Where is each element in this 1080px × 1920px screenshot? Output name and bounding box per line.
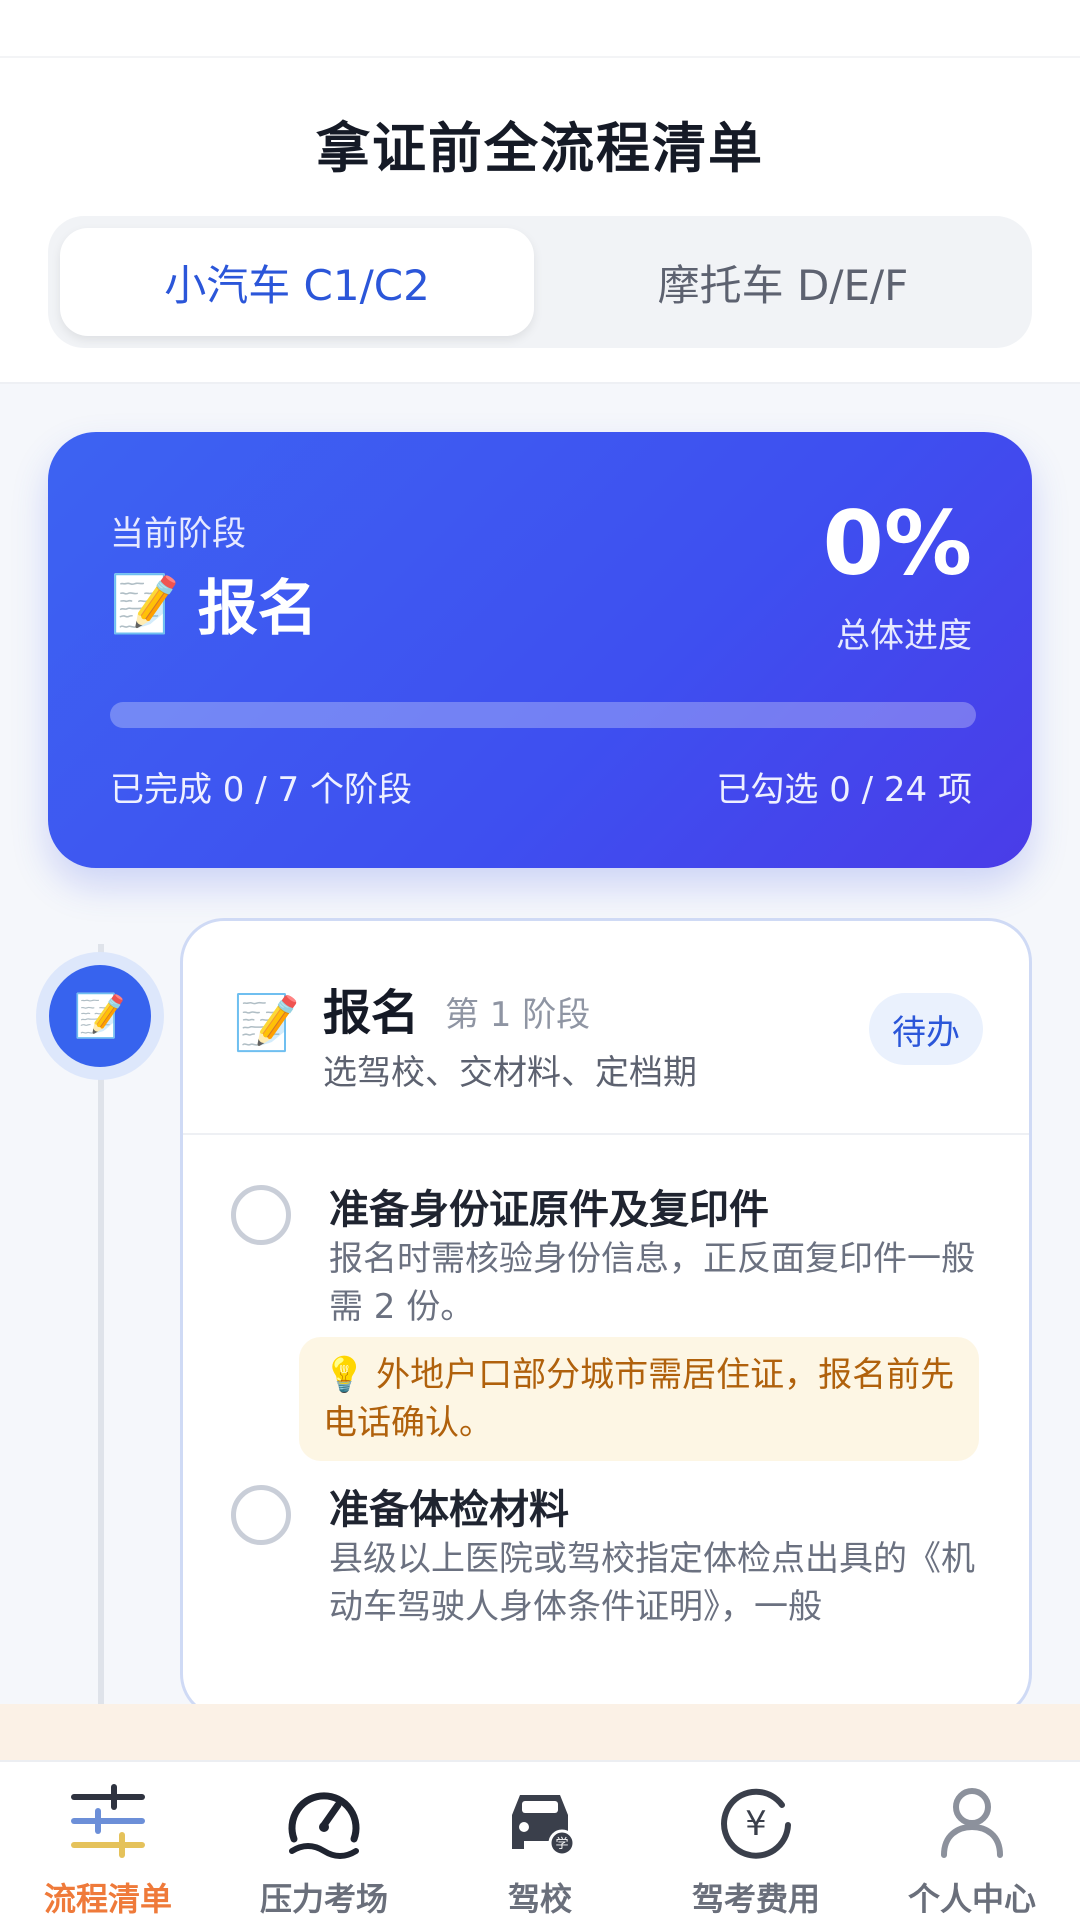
tab-pressure-exam[interactable]: 压力考场	[216, 1762, 432, 1920]
car-school-icon: 学	[495, 1776, 585, 1866]
page-header: 拿证前全流程清单 小汽车 C1/C2 摩托车 D/E/F	[0, 0, 1080, 384]
segment-car[interactable]: 小汽车 C1/C2	[60, 228, 534, 336]
progress-card: 当前阶段 📝 报名 0% 总体进度 已完成 0 / 7 个阶段 已勾选 0 / …	[48, 432, 1032, 868]
tab-label: 个人中心	[907, 1880, 1036, 1918]
scroll-fade	[0, 1704, 1080, 1760]
stage-header[interactable]: 📝 报名 第 1 阶段 选驾校、交材料、定档期 待办	[183, 921, 1029, 1135]
status-divider	[0, 56, 1080, 58]
overall-percent-label: 总体进度	[836, 616, 972, 656]
page-title: 拿证前全流程清单	[316, 117, 764, 180]
tab-profile[interactable]: 个人中心	[864, 1762, 1080, 1920]
progress-bar	[110, 702, 976, 728]
timeline-node: 📝	[36, 952, 164, 1080]
task-description: 县级以上医院或驾校指定体检点出具的《机动车驾驶人身体条件证明》，一般	[329, 1539, 975, 1627]
stage-description: 选驾校、交材料、定档期	[323, 1053, 697, 1093]
memo-icon: 📝	[110, 571, 180, 637]
tab-label: 驾考费用	[691, 1880, 820, 1918]
memo-icon: 📝	[233, 991, 301, 1054]
memo-icon: 📝	[49, 965, 151, 1067]
tab-label: 压力考场	[259, 1880, 388, 1918]
status-badge: 待办	[869, 993, 983, 1065]
yuan-coin-icon: ¥	[711, 1776, 801, 1866]
svg-text:学: 学	[555, 1836, 568, 1852]
svg-text:¥: ¥	[745, 1804, 767, 1844]
tab-exam-fees[interactable]: ¥ 驾考费用	[648, 1762, 864, 1920]
task-description: 报名时需核验身份信息，正反面复印件一般需 2 份。	[329, 1239, 975, 1327]
task-title: 准备体检材料	[329, 1487, 569, 1533]
items-done-text: 已勾选 0 / 24 项	[716, 770, 972, 810]
task-checkbox[interactable]	[231, 1485, 291, 1545]
speedometer-icon	[279, 1776, 369, 1866]
stage-card: 📝 报名 第 1 阶段 选驾校、交材料、定档期 待办 准备身份证原件及复印件 报…	[180, 918, 1032, 1718]
segment-motorcycle[interactable]: 摩托车 D/E/F	[546, 228, 1020, 336]
tab-checklist[interactable]: 流程清单	[0, 1762, 216, 1920]
current-stage: 📝 报名	[110, 560, 318, 647]
bottom-tab-bar: 流程清单 压力考场 学 驾校 ¥ 驾考费用 个人中心	[0, 1760, 1080, 1920]
vehicle-type-switch: 小汽车 C1/C2 摩托车 D/E/F	[48, 216, 1032, 348]
tab-driving-school[interactable]: 学 驾校	[432, 1762, 648, 1920]
stages-done-text: 已完成 0 / 7 个阶段	[110, 770, 412, 810]
task-title: 准备身份证原件及复印件	[329, 1187, 769, 1233]
tab-label: 驾校	[507, 1880, 572, 1918]
stage-number: 第 1 阶段	[445, 995, 591, 1035]
current-stage-label: 当前阶段	[110, 514, 246, 554]
user-icon	[927, 1776, 1017, 1866]
task-tip: 💡 外地户口部分城市需居住证，报名前先电话确认。	[299, 1337, 979, 1461]
task-checkbox[interactable]	[231, 1185, 291, 1245]
tab-label: 流程清单	[43, 1880, 172, 1918]
overall-percent: 0%	[822, 492, 972, 595]
current-stage-name: 报名	[197, 574, 318, 644]
stage-title: 报名	[323, 985, 420, 1041]
checklist-sliders-icon	[63, 1776, 153, 1866]
